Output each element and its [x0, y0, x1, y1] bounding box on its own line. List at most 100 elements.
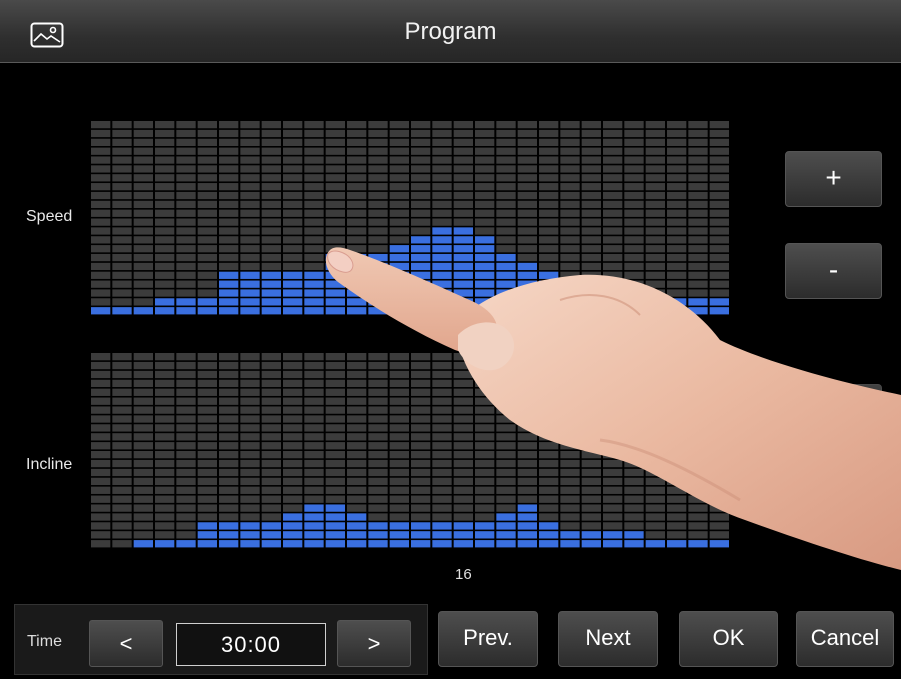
- incline-column-23[interactable]: [560, 353, 580, 548]
- incline-column-29[interactable]: [688, 353, 708, 548]
- speed-column-28[interactable]: [667, 121, 687, 315]
- incline-column-4[interactable]: [155, 353, 175, 548]
- speed-column-16[interactable]: [411, 121, 431, 315]
- speed-column-10[interactable]: [283, 121, 303, 315]
- speed-cell: [155, 138, 175, 146]
- speed-cell: [261, 138, 281, 146]
- speed-chart[interactable]: [90, 120, 730, 315]
- speed-cell: [240, 138, 260, 146]
- speed-column-13[interactable]: [347, 121, 367, 315]
- speed-cell: [667, 280, 687, 288]
- incline-column-18[interactable]: [453, 353, 473, 548]
- incline-column-22[interactable]: [539, 353, 559, 548]
- speed-column-27[interactable]: [645, 121, 665, 315]
- speed-cell: [560, 236, 580, 244]
- speed-cell: [283, 289, 303, 297]
- incline-cell: [517, 424, 537, 432]
- incline-column-28[interactable]: [667, 353, 687, 548]
- speed-column-12[interactable]: [325, 121, 345, 315]
- incline-column-17[interactable]: [432, 353, 452, 548]
- speed-cell: [475, 156, 495, 164]
- speed-column-22[interactable]: [539, 121, 559, 315]
- incline-column-16[interactable]: [411, 353, 431, 548]
- ok-button[interactable]: OK: [679, 611, 778, 667]
- speed-column-25[interactable]: [603, 121, 623, 315]
- speed-column-4[interactable]: [155, 121, 175, 315]
- speed-column-15[interactable]: [389, 121, 409, 315]
- speed-cell: [261, 298, 281, 306]
- incline-cell: [475, 406, 495, 414]
- incline-column-30[interactable]: [709, 353, 729, 548]
- speed-cell: [219, 183, 239, 191]
- speed-cell: [581, 262, 601, 271]
- speed-cell: [155, 129, 175, 138]
- incline-increase-button[interactable]: [785, 384, 882, 440]
- incline-column-21[interactable]: [517, 353, 537, 548]
- incline-column-5[interactable]: [176, 353, 196, 548]
- speed-column-1[interactable]: [91, 121, 111, 315]
- incline-column-3[interactable]: [133, 353, 153, 548]
- increase-button[interactable]: +: [785, 151, 882, 207]
- speed-column-5[interactable]: [176, 121, 196, 315]
- incline-cell: [475, 388, 495, 396]
- incline-column-14[interactable]: [368, 353, 388, 548]
- speed-cell: [389, 174, 409, 182]
- time-decrease-button[interactable]: <: [89, 620, 163, 667]
- speed-column-2[interactable]: [112, 121, 132, 315]
- incline-column-11[interactable]: [304, 353, 324, 548]
- incline-decrease-button[interactable]: [785, 476, 882, 532]
- speed-column-11[interactable]: [304, 121, 324, 315]
- speed-column-21[interactable]: [517, 121, 537, 315]
- speed-column-19[interactable]: [475, 121, 495, 315]
- incline-column-7[interactable]: [219, 353, 239, 548]
- next-button[interactable]: Next: [558, 611, 658, 667]
- incline-column-20[interactable]: [496, 353, 516, 548]
- speed-column-20[interactable]: [496, 121, 516, 315]
- prev-button[interactable]: Prev.: [438, 611, 538, 667]
- decrease-button[interactable]: -: [785, 243, 882, 299]
- speed-column-30[interactable]: [709, 121, 729, 315]
- speed-column-24[interactable]: [581, 121, 601, 315]
- incline-column-19[interactable]: [475, 353, 495, 548]
- speed-cell: [347, 191, 367, 200]
- incline-column-9[interactable]: [261, 353, 281, 548]
- incline-column-15[interactable]: [389, 353, 409, 548]
- speed-column-14[interactable]: [368, 121, 388, 315]
- incline-column-10[interactable]: [283, 353, 303, 548]
- incline-cell: [112, 415, 132, 423]
- speed-column-3[interactable]: [133, 121, 153, 315]
- incline-cell: [688, 397, 708, 405]
- incline-column-12[interactable]: [325, 353, 345, 548]
- speed-cell: [517, 121, 537, 129]
- time-increase-button[interactable]: >: [337, 620, 411, 667]
- speed-column-29[interactable]: [688, 121, 708, 315]
- incline-chart[interactable]: [90, 352, 730, 548]
- incline-column-2[interactable]: [112, 353, 132, 548]
- speed-column-18[interactable]: [453, 121, 473, 315]
- speed-cell: [560, 138, 580, 146]
- incline-cell: [517, 495, 537, 503]
- incline-cell: [368, 468, 388, 477]
- incline-column-25[interactable]: [603, 353, 623, 548]
- speed-cell: [176, 147, 196, 155]
- speed-column-26[interactable]: [624, 121, 644, 315]
- incline-column-13[interactable]: [347, 353, 367, 548]
- speed-cell: [219, 280, 239, 288]
- incline-column-24[interactable]: [581, 353, 601, 548]
- cancel-button[interactable]: Cancel: [796, 611, 894, 667]
- speed-bar-grid[interactable]: [90, 120, 730, 315]
- incline-column-8[interactable]: [240, 353, 260, 548]
- speed-column-17[interactable]: [432, 121, 452, 315]
- speed-column-23[interactable]: [560, 121, 580, 315]
- speed-column-8[interactable]: [240, 121, 260, 315]
- speed-cell: [453, 200, 473, 209]
- speed-column-9[interactable]: [261, 121, 281, 315]
- incline-column-1[interactable]: [91, 353, 111, 548]
- incline-column-27[interactable]: [645, 353, 665, 548]
- incline-column-6[interactable]: [197, 353, 217, 548]
- incline-bar-grid[interactable]: [90, 352, 730, 548]
- incline-cell: [539, 468, 559, 477]
- incline-column-26[interactable]: [624, 353, 644, 548]
- speed-column-7[interactable]: [219, 121, 239, 315]
- speed-column-6[interactable]: [197, 121, 217, 315]
